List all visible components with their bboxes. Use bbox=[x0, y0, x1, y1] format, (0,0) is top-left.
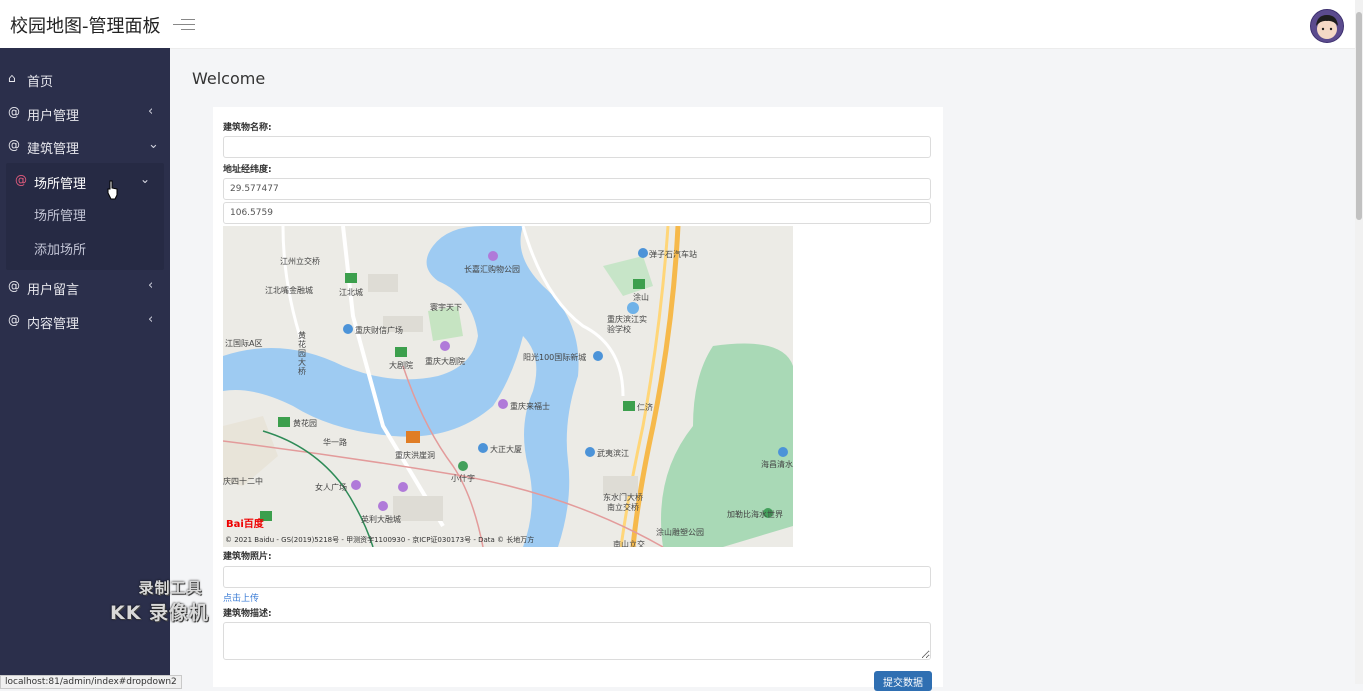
page-title: Welcome bbox=[192, 69, 266, 88]
map-label: 重庆来福士 bbox=[510, 402, 550, 411]
sidebar-item-user-messages[interactable]: @ 用户留言 ‹ bbox=[0, 271, 170, 303]
photo-label: 建筑物照片: bbox=[223, 552, 272, 562]
map-label: 大剧院 bbox=[389, 361, 413, 370]
sidebar-item-label: 场所管理 bbox=[34, 177, 87, 192]
map-label: 南山立交 bbox=[613, 540, 645, 547]
map-label: 涂山雕塑公园 bbox=[656, 528, 704, 537]
at-icon: @ bbox=[8, 105, 20, 119]
map-label: 黄花园大桥 bbox=[298, 331, 306, 376]
status-bar-url: localhost:81/admin/index#dropdown2 bbox=[0, 675, 182, 689]
sidebar-item-label: 首页 bbox=[27, 75, 54, 90]
sidebar-item-label: 用户管理 bbox=[27, 109, 80, 124]
menu-toggle-icon[interactable] bbox=[173, 15, 195, 33]
map-label: 江北城 bbox=[339, 288, 363, 297]
map-label: 重庆财信广场 bbox=[355, 326, 403, 335]
map-label: 武夷滨江 bbox=[597, 449, 629, 458]
map-label: 仁济 bbox=[637, 403, 653, 412]
map-label: 黄花园 bbox=[293, 419, 317, 428]
map-label: 江北嘴金融城 bbox=[265, 286, 313, 295]
map-label: 阳光100国际新城 bbox=[523, 353, 587, 362]
photo-input[interactable] bbox=[223, 566, 931, 588]
scrollbar-thumb[interactable] bbox=[1356, 12, 1362, 220]
map-label: 海昌清水 bbox=[761, 460, 793, 469]
coordinates-label: 地址经纬度: bbox=[223, 165, 272, 175]
chevron-left-icon: ‹ bbox=[148, 312, 154, 327]
building-name-label: 建筑物名称: bbox=[223, 123, 272, 133]
sidebar-item-building-management[interactable]: @ 建筑管理 ⌄ bbox=[0, 130, 170, 162]
at-icon: @ bbox=[15, 173, 27, 187]
map-label: 庆四十二中 bbox=[223, 477, 263, 486]
sidebar-item-label: 内容管理 bbox=[27, 317, 80, 332]
submit-button[interactable]: 提交数据 bbox=[874, 671, 932, 691]
map-label: 重庆滨江实验学校 bbox=[607, 315, 647, 334]
avatar[interactable] bbox=[1310, 9, 1344, 43]
chevron-left-icon: ‹ bbox=[148, 104, 154, 119]
map-label: 华一路 bbox=[323, 438, 347, 447]
at-icon: @ bbox=[8, 279, 20, 293]
chevron-left-icon: ‹ bbox=[148, 278, 154, 293]
sidebar-item-home[interactable]: ⌂ 首页 bbox=[0, 63, 170, 95]
sub-item-add-venue[interactable]: 添加场所 bbox=[34, 239, 86, 258]
description-textarea[interactable] bbox=[223, 622, 931, 660]
map-label: 长嘉汇购物公园 bbox=[464, 265, 520, 274]
map-label: 弹子石汽车站 bbox=[649, 250, 697, 259]
map-label: 寰宇天下 bbox=[430, 303, 462, 312]
at-icon: @ bbox=[8, 138, 20, 152]
map-label: 英利大融城 bbox=[361, 515, 401, 524]
submenu-venue: @ 场所管理 ⌄ 场所管理 添加场所 bbox=[6, 163, 164, 270]
page-scrollbar[interactable] bbox=[1355, 0, 1363, 684]
sidebar-item-user-management[interactable]: @ 用户管理 ‹ bbox=[0, 97, 170, 129]
sidebar-item-label: 用户留言 bbox=[27, 283, 80, 298]
map-label: 大正大厦 bbox=[490, 445, 522, 454]
longitude-input[interactable] bbox=[223, 202, 931, 224]
chevron-down-icon: ⌄ bbox=[140, 172, 151, 186]
app-title: 校园地图-管理面板 bbox=[10, 16, 161, 37]
latitude-input[interactable] bbox=[223, 178, 931, 200]
recorder-watermark: 录制工具 KK 录像机 bbox=[110, 579, 210, 624]
building-name-input[interactable] bbox=[223, 136, 931, 158]
map-copyright: © 2021 Baidu - GS(2019)5218号 - 甲测资字11009… bbox=[225, 536, 535, 544]
top-header: 校园地图-管理面板 bbox=[0, 0, 1355, 49]
building-form-card: 建筑物名称: 地址经纬度: 29.577477 106.5759 江州立交桥 江… bbox=[213, 107, 943, 691]
sub-item-venue-management[interactable]: 场所管理 bbox=[34, 205, 86, 224]
sidebar-item-venue-management[interactable]: @ 场所管理 ⌄ bbox=[6, 165, 164, 197]
map-label: 江州立交桥 bbox=[280, 257, 320, 266]
sidebar-item-content-management[interactable]: @ 内容管理 ‹ bbox=[0, 305, 170, 337]
baidu-logo: Bai百度 bbox=[226, 519, 264, 530]
map-label: 女人广场 bbox=[315, 483, 347, 492]
map-label: 江国际A区 bbox=[225, 339, 263, 348]
map-label: 涂山 bbox=[633, 293, 649, 302]
upload-link[interactable]: 点击上传 bbox=[223, 591, 259, 604]
home-icon: ⌂ bbox=[8, 71, 16, 85]
chevron-down-icon: ⌄ bbox=[148, 137, 159, 152]
map-label: 重庆大剧院 bbox=[425, 357, 465, 366]
sidebar-item-label: 建筑管理 bbox=[27, 142, 80, 157]
map-label: 小什字 bbox=[451, 474, 475, 483]
mouse-pointer-icon bbox=[107, 180, 118, 200]
baidu-map[interactable]: 江州立交桥 江北嘴金融城 江北城 重庆财信广场 寰宇天下 长嘉汇购物公园 弹子石… bbox=[223, 226, 793, 547]
map-label: 加勒比海水世界 bbox=[727, 510, 783, 519]
map-label: 重庆洪崖洞 bbox=[395, 451, 435, 460]
at-icon: @ bbox=[8, 313, 20, 327]
map-label: 南立交桥 bbox=[607, 503, 639, 512]
description-label: 建筑物描述: bbox=[223, 609, 272, 619]
